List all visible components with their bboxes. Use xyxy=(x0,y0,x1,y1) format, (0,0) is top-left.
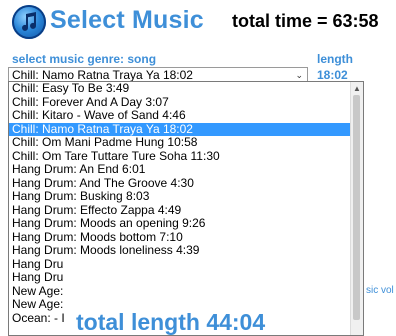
genre-label: select music genre: song xyxy=(12,52,157,66)
dropdown-option[interactable]: Chill: Om Tare Tuttare Ture Soha 11:30 xyxy=(9,149,363,164)
length-label: length xyxy=(317,52,353,66)
music-note-icon xyxy=(12,5,46,39)
app-title: Select Music xyxy=(50,6,204,34)
music-volume-label: sic vol xyxy=(366,285,394,296)
dropdown-option[interactable]: Hang Drum: Moods an opening 9:26 xyxy=(9,216,363,231)
dropdown-option[interactable]: Hang Drum: An End 6:01 xyxy=(9,162,363,177)
dropdown-option[interactable]: Chill: Kitaro - Wave of Sand 4:46 xyxy=(9,108,363,123)
dropdown-option[interactable]: Hang Dru xyxy=(9,257,363,272)
dropdown-scrollbar[interactable]: ▲ xyxy=(350,82,363,335)
scroll-up-icon[interactable]: ▲ xyxy=(353,84,361,93)
dropdown-option[interactable]: Chill: Namo Ratna Traya Ya 18:02 xyxy=(9,122,363,136)
length-value: 18:02 xyxy=(317,68,348,82)
total-time: total time = 63:58 xyxy=(232,11,379,31)
dropdown-option[interactable]: Chill: Om Mani Padme Hung 10:58 xyxy=(9,135,363,150)
song-select-value: Chill: Namo Ratna Traya Ya 18:02 xyxy=(12,68,193,82)
dropdown-option[interactable]: Hang Drum: And The Groove 4:30 xyxy=(9,176,363,191)
dropdown-option[interactable]: Hang Drum: Moods loneliness 4:39 xyxy=(9,243,363,258)
dropdown-option[interactable]: Hang Drum: Busking 8:03 xyxy=(9,189,363,204)
dropdown-option[interactable]: Hang Drum: Moods bottom 7:10 xyxy=(9,230,363,245)
dropdown-option[interactable]: Hang Drum: Effecto Zappa 4:49 xyxy=(9,203,363,218)
song-select[interactable]: Chill: Namo Ratna Traya Ya 18:02 ⌄ xyxy=(8,67,308,82)
total-length: total length 44:04 xyxy=(76,309,266,335)
song-dropdown-list[interactable]: Chill: Easy To Be 3:49 Chill: Forever And… xyxy=(8,81,364,336)
dropdown-option[interactable]: Chill: Easy To Be 3:49 xyxy=(9,82,363,96)
dropdown-option[interactable]: New Age: xyxy=(9,284,363,299)
dropdown-option[interactable]: Hang Dru xyxy=(9,270,363,285)
dropdown-option[interactable]: Chill: Forever And A Day 3:07 xyxy=(9,95,363,110)
scrollbar-thumb[interactable] xyxy=(353,95,360,320)
